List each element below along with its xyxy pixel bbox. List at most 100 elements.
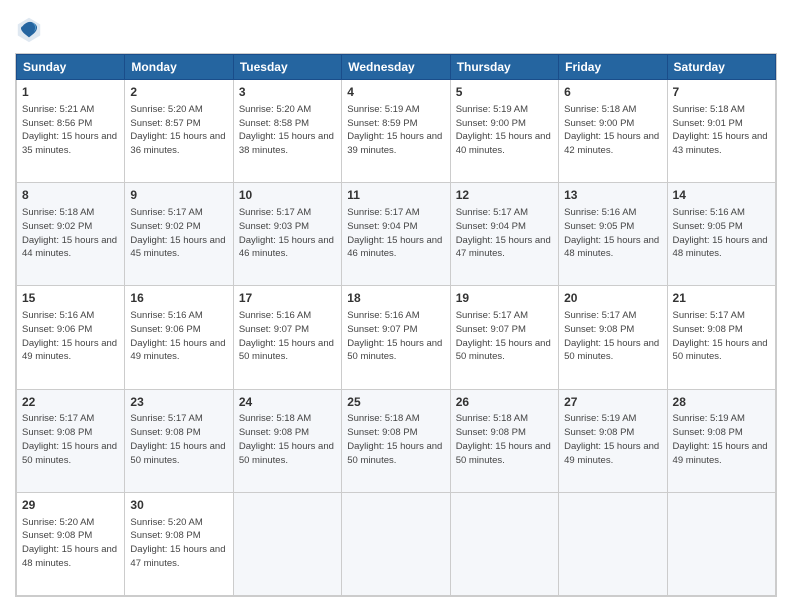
day-info: Sunrise: 5:19 AMSunset: 9:08 PMDaylight:… bbox=[564, 412, 661, 467]
day-number: 4 bbox=[347, 84, 444, 101]
calendar-cell: 10 Sunrise: 5:17 AMSunset: 9:03 PMDayligh… bbox=[233, 183, 341, 286]
calendar-week-4: 22Sunrise: 5:17 AMSunset: 9:08 PMDayligh… bbox=[17, 389, 776, 492]
calendar-cell: 20Sunrise: 5:17 AMSunset: 9:08 PMDayligh… bbox=[559, 286, 667, 389]
calendar-cell: 7 Sunrise: 5:18 AMSunset: 9:01 PMDaylight… bbox=[667, 80, 775, 183]
day-number: 25 bbox=[347, 394, 444, 411]
calendar-cell: 13 Sunrise: 5:16 AMSunset: 9:05 PMDayligh… bbox=[559, 183, 667, 286]
day-info: Sunrise: 5:16 AMSunset: 9:07 PMDaylight:… bbox=[239, 309, 336, 364]
day-info: Sunrise: 5:17 AMSunset: 9:03 PMDaylight:… bbox=[239, 206, 336, 261]
calendar-cell: 2 Sunrise: 5:20 AMSunset: 8:57 PMDaylight… bbox=[125, 80, 233, 183]
day-number: 18 bbox=[347, 290, 444, 307]
day-number: 22 bbox=[22, 394, 119, 411]
day-info: Sunrise: 5:19 AMSunset: 9:00 PMDaylight:… bbox=[456, 103, 553, 158]
day-number: 12 bbox=[456, 187, 553, 204]
calendar-cell: 1 Sunrise: 5:21 AMSunset: 8:56 PMDaylight… bbox=[17, 80, 125, 183]
day-info: Sunrise: 5:18 AMSunset: 9:00 PMDaylight:… bbox=[564, 103, 661, 158]
day-number: 20 bbox=[564, 290, 661, 307]
day-info: Sunrise: 5:17 AMSunset: 9:07 PMDaylight:… bbox=[456, 309, 553, 364]
calendar-cell: 3 Sunrise: 5:20 AMSunset: 8:58 PMDaylight… bbox=[233, 80, 341, 183]
day-info: Sunrise: 5:20 AMSunset: 8:58 PMDaylight:… bbox=[239, 103, 336, 158]
day-number: 24 bbox=[239, 394, 336, 411]
day-info: Sunrise: 5:19 AMSunset: 9:08 PMDaylight:… bbox=[673, 412, 770, 467]
day-number: 30 bbox=[130, 497, 227, 514]
day-number: 28 bbox=[673, 394, 770, 411]
calendar-cell: 26Sunrise: 5:18 AMSunset: 9:08 PMDayligh… bbox=[450, 389, 558, 492]
calendar-cell: 18 Sunrise: 5:16 AMSunset: 9:07 PMDayligh… bbox=[342, 286, 450, 389]
col-sunday: Sunday bbox=[17, 55, 125, 80]
calendar-cell: 15Sunrise: 5:16 AMSunset: 9:06 PMDayligh… bbox=[17, 286, 125, 389]
calendar-cell: 27Sunrise: 5:19 AMSunset: 9:08 PMDayligh… bbox=[559, 389, 667, 492]
calendar: Sunday Monday Tuesday Wednesday Thursday… bbox=[15, 53, 777, 597]
calendar-cell: 23Sunrise: 5:17 AMSunset: 9:08 PMDayligh… bbox=[125, 389, 233, 492]
day-number: 9 bbox=[130, 187, 227, 204]
calendar-cell: 11 Sunrise: 5:17 AMSunset: 9:04 PMDayligh… bbox=[342, 183, 450, 286]
day-info: Sunrise: 5:19 AMSunset: 8:59 PMDaylight:… bbox=[347, 103, 444, 158]
day-number: 13 bbox=[564, 187, 661, 204]
calendar-cell: 9 Sunrise: 5:17 AMSunset: 9:02 PMDaylight… bbox=[125, 183, 233, 286]
day-number: 3 bbox=[239, 84, 336, 101]
day-info: Sunrise: 5:20 AMSunset: 9:08 PMDaylight:… bbox=[130, 516, 227, 571]
day-info: Sunrise: 5:17 AMSunset: 9:08 PMDaylight:… bbox=[130, 412, 227, 467]
header-row: Sunday Monday Tuesday Wednesday Thursday… bbox=[17, 55, 776, 80]
day-info: Sunrise: 5:16 AMSunset: 9:07 PMDaylight:… bbox=[347, 309, 444, 364]
calendar-cell: 12Sunrise: 5:17 AMSunset: 9:04 PMDayligh… bbox=[450, 183, 558, 286]
col-thursday: Thursday bbox=[450, 55, 558, 80]
day-number: 11 bbox=[347, 187, 444, 204]
col-friday: Friday bbox=[559, 55, 667, 80]
calendar-cell bbox=[559, 492, 667, 595]
calendar-cell: 22Sunrise: 5:17 AMSunset: 9:08 PMDayligh… bbox=[17, 389, 125, 492]
calendar-cell bbox=[233, 492, 341, 595]
day-number: 17 bbox=[239, 290, 336, 307]
day-number: 7 bbox=[673, 84, 770, 101]
day-number: 23 bbox=[130, 394, 227, 411]
day-info: Sunrise: 5:17 AMSunset: 9:08 PMDaylight:… bbox=[22, 412, 119, 467]
calendar-cell: 21 Sunrise: 5:17 AMSunset: 9:08 PMDayligh… bbox=[667, 286, 775, 389]
calendar-cell bbox=[450, 492, 558, 595]
day-info: Sunrise: 5:17 AMSunset: 9:02 PMDaylight:… bbox=[130, 206, 227, 261]
day-number: 8 bbox=[22, 187, 119, 204]
day-info: Sunrise: 5:18 AMSunset: 9:01 PMDaylight:… bbox=[673, 103, 770, 158]
day-number: 2 bbox=[130, 84, 227, 101]
calendar-week-5: 29 Sunrise: 5:20 AMSunset: 9:08 PMDayligh… bbox=[17, 492, 776, 595]
calendar-cell: 25Sunrise: 5:18 AMSunset: 9:08 PMDayligh… bbox=[342, 389, 450, 492]
col-monday: Monday bbox=[125, 55, 233, 80]
page: Sunday Monday Tuesday Wednesday Thursday… bbox=[0, 0, 792, 612]
day-info: Sunrise: 5:16 AMSunset: 9:05 PMDaylight:… bbox=[564, 206, 661, 261]
calendar-cell: 16 Sunrise: 5:16 AMSunset: 9:06 PMDayligh… bbox=[125, 286, 233, 389]
calendar-cell: 17 Sunrise: 5:16 AMSunset: 9:07 PMDayligh… bbox=[233, 286, 341, 389]
day-info: Sunrise: 5:20 AMSunset: 8:57 PMDaylight:… bbox=[130, 103, 227, 158]
col-tuesday: Tuesday bbox=[233, 55, 341, 80]
calendar-cell: 29 Sunrise: 5:20 AMSunset: 9:08 PMDayligh… bbox=[17, 492, 125, 595]
day-number: 27 bbox=[564, 394, 661, 411]
day-info: Sunrise: 5:17 AMSunset: 9:08 PMDaylight:… bbox=[673, 309, 770, 364]
day-info: Sunrise: 5:21 AMSunset: 8:56 PMDaylight:… bbox=[22, 103, 119, 158]
day-number: 1 bbox=[22, 84, 119, 101]
calendar-week-2: 8Sunrise: 5:18 AMSunset: 9:02 PMDaylight… bbox=[17, 183, 776, 286]
calendar-week-3: 15 Sunrise: 5:16 AMSunset: 9:06 PMDayligh… bbox=[17, 286, 776, 389]
day-number: 16 bbox=[130, 290, 227, 307]
day-info: Sunrise: 5:18 AMSunset: 9:08 PMDaylight:… bbox=[456, 412, 553, 467]
calendar-cell: 24Sunrise: 5:18 AMSunset: 9:08 PMDayligh… bbox=[233, 389, 341, 492]
calendar-cell: 30 Sunrise: 5:20 AMSunset: 9:08 PMDayligh… bbox=[125, 492, 233, 595]
day-info: Sunrise: 5:17 AMSunset: 9:04 PMDaylight:… bbox=[347, 206, 444, 261]
day-info: Sunrise: 5:16 AMSunset: 9:06 PMDaylight:… bbox=[130, 309, 227, 364]
col-wednesday: Wednesday bbox=[342, 55, 450, 80]
day-info: Sunrise: 5:18 AMSunset: 9:08 PMDaylight:… bbox=[239, 412, 336, 467]
day-number: 10 bbox=[239, 187, 336, 204]
day-number: 15 bbox=[22, 290, 119, 307]
day-info: Sunrise: 5:20 AMSunset: 9:08 PMDaylight:… bbox=[22, 516, 119, 571]
day-info: Sunrise: 5:18 AMSunset: 9:08 PMDaylight:… bbox=[347, 412, 444, 467]
calendar-week-1: 1 Sunrise: 5:21 AMSunset: 8:56 PMDaylight… bbox=[17, 80, 776, 183]
calendar-cell: 28Sunrise: 5:19 AMSunset: 9:08 PMDayligh… bbox=[667, 389, 775, 492]
day-number: 5 bbox=[456, 84, 553, 101]
logo bbox=[15, 15, 47, 43]
day-number: 14 bbox=[673, 187, 770, 204]
calendar-cell: 4 Sunrise: 5:19 AMSunset: 8:59 PMDaylight… bbox=[342, 80, 450, 183]
day-number: 29 bbox=[22, 497, 119, 514]
day-info: Sunrise: 5:16 AMSunset: 9:05 PMDaylight:… bbox=[673, 206, 770, 261]
calendar-cell bbox=[667, 492, 775, 595]
col-saturday: Saturday bbox=[667, 55, 775, 80]
calendar-cell: 19Sunrise: 5:17 AMSunset: 9:07 PMDayligh… bbox=[450, 286, 558, 389]
day-number: 21 bbox=[673, 290, 770, 307]
calendar-cell: 8Sunrise: 5:18 AMSunset: 9:02 PMDaylight… bbox=[17, 183, 125, 286]
